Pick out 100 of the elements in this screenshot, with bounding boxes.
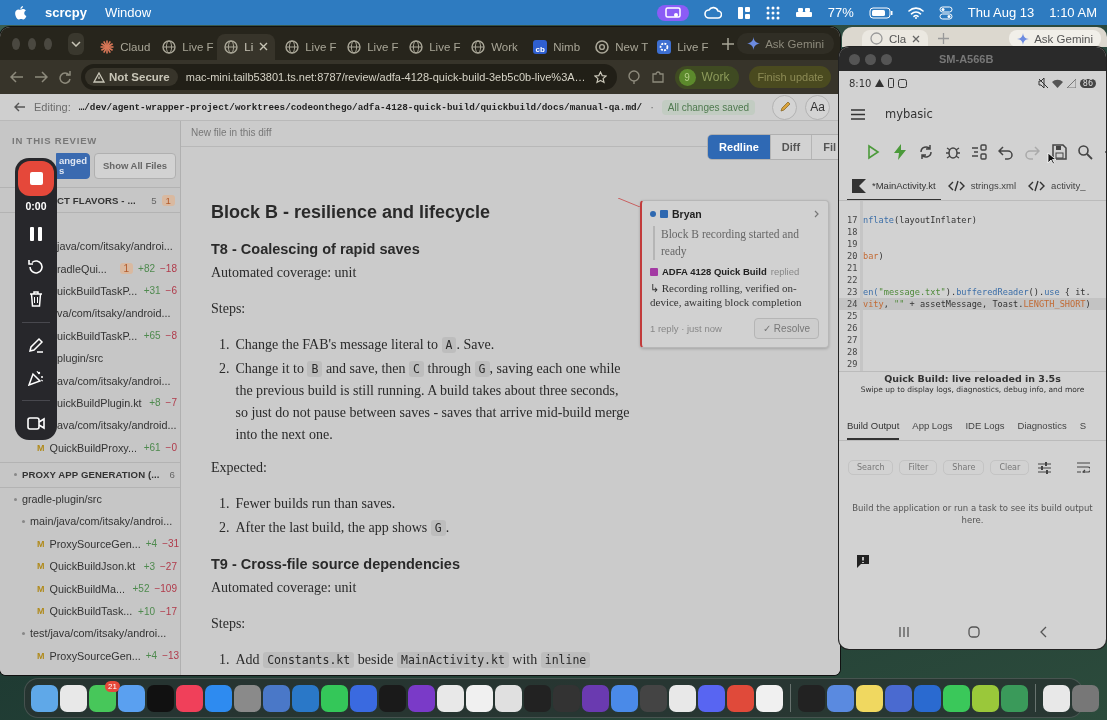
home-icon[interactable] [968,626,981,638]
forward-icon[interactable] [34,71,48,83]
cloud-icon[interactable] [703,5,722,20]
panel-tab[interactable]: App Logs [912,420,953,440]
menu-time[interactable]: 1:10 AM [1049,5,1097,20]
app-icon[interactable] [118,684,145,712]
panel-tab[interactable]: Build Output [847,420,900,440]
app-icon[interactable] [495,684,522,712]
app-icon[interactable] [321,684,348,712]
folder-path[interactable]: java/com/itsaky/androi... [57,240,173,253]
file-name[interactable]: ProxySourceGen... [49,537,141,550]
browser-tab[interactable]: Live F [278,33,338,60]
trash-icon[interactable] [29,291,43,308]
bolt-icon[interactable] [891,144,908,160]
browser-tab[interactable]: cb Nimb [526,33,586,60]
wifi-icon[interactable] [907,6,924,19]
browser-tab[interactable]: Live F [155,33,215,60]
scope-toggle[interactable]: Show All Files [94,153,177,179]
file-name[interactable]: QuickBuildTask... [49,605,133,618]
file-tab[interactable]: strings.xml [942,171,1022,200]
app-icon[interactable] [60,684,87,712]
stop-recording-button[interactable] [18,161,54,196]
panel-tab[interactable]: S [1079,420,1086,440]
video-camera-icon[interactable] [27,417,45,431]
app-icon[interactable] [856,684,883,712]
browser-tab[interactable]: Claud [93,33,153,60]
app-icon[interactable] [1043,684,1070,712]
panel-tab[interactable]: Diagnostics [1017,420,1067,440]
search-icon[interactable] [1077,144,1093,160]
chevron-right-icon[interactable] [814,210,819,218]
folder-path[interactable]: main/java/com/itsaky/androi... [30,515,173,528]
pause-icon[interactable] [30,227,42,241]
app-icon[interactable] [669,684,696,712]
bed-icon[interactable] [794,6,813,19]
view-toggle[interactable]: Redline [708,135,770,159]
browser-tab[interactable]: Work [464,33,524,60]
view-toggle[interactable]: Fil [811,135,840,159]
sliders-icon[interactable] [1038,461,1051,474]
menu-icon[interactable] [851,108,865,120]
file-name[interactable]: ProxySourceGen... [49,649,141,662]
browser-tab[interactable]: Li [217,33,276,60]
new-tab-icon[interactable] [722,37,735,50]
control-center-icon[interactable] [938,5,953,20]
app-icon[interactable] [943,684,970,712]
menu-item[interactable]: Window [104,5,152,20]
layout-icon[interactable] [736,5,751,20]
save-icon[interactable] [1050,144,1067,160]
dots-grid-icon[interactable] [765,5,780,20]
folder-path[interactable]: va/com/itsaky/android... [57,307,171,320]
view-toggle[interactable]: Diff [769,135,812,159]
app-icon[interactable] [972,684,999,712]
browser-tab[interactable]: New T [588,33,648,60]
sync-icon[interactable] [918,144,934,160]
folder-path[interactable]: ava/com/itsaky/android... [57,419,177,432]
browser-tab[interactable]: Live F [402,33,462,60]
battery-icon[interactable] [868,6,893,19]
back-arrow-icon[interactable] [14,102,26,112]
scope-toggle[interactable]: anged s [56,153,90,179]
feedback-icon[interactable] [856,554,870,568]
party-popper-icon[interactable] [28,369,44,386]
folder-path[interactable]: plugin/src [57,352,104,365]
app-icon[interactable] [31,684,58,712]
browser-tab[interactable]: Live F [340,33,400,60]
security-chip[interactable]: Not Secure [85,68,178,86]
group-title[interactable]: CT FLAVORS - ... [57,194,136,206]
play-icon[interactable] [865,144,881,160]
puzzle-icon[interactable] [650,70,665,84]
group-title[interactable]: PROXY APP GENERATION (... [22,469,160,481]
panel-tab[interactable]: IDE Logs [965,420,1005,440]
file-name[interactable]: uickBuildTaskP... [57,284,138,297]
structure-icon[interactable] [971,144,987,160]
recents-icon[interactable] [898,626,911,638]
app-icon[interactable] [756,684,783,712]
close-icon[interactable] [259,42,269,51]
tab-list-button[interactable] [68,32,85,55]
wrap-text-icon[interactable] [1077,462,1090,473]
app-menu[interactable]: scrcpy [45,5,87,20]
folder-path[interactable]: ava/com/itsaky/androi... [57,374,171,387]
file-name[interactable]: QuickBuildMa... [49,582,126,595]
close-icon[interactable] [912,34,921,43]
file-name[interactable]: radleQui... [57,262,107,275]
app-icon[interactable] [437,684,464,712]
back-icon[interactable] [10,71,24,83]
address-bar[interactable]: Not Secure mac-mini.tailb53801.ts.net:8787/review/adfa-4128-quick-build-3eb5c0b-live%3A… [81,64,617,90]
folder-path[interactable]: test/java/com/itsaky/androi... [30,627,167,640]
back-icon[interactable] [1038,626,1047,638]
browser-tab[interactable]: Live F [650,33,710,60]
star-icon[interactable] [593,70,607,84]
file-tab[interactable]: *MainActivity.kt [847,171,941,200]
app-icon[interactable] [466,684,493,712]
undo-icon[interactable] [997,144,1014,160]
menu-date[interactable]: Thu Aug 13 [967,5,1035,20]
ask-gemini-button[interactable]: Ask Gemini [737,33,834,54]
reload-icon[interactable] [58,70,71,84]
edit-button[interactable] [772,94,797,120]
folder-path[interactable]: gradle-plugin/src [22,493,102,506]
screen-share-button[interactable] [656,4,689,21]
font-button[interactable]: Aa [805,94,830,120]
file-name[interactable]: QuickBuildProxy... [49,441,137,454]
restart-icon[interactable] [28,258,44,275]
